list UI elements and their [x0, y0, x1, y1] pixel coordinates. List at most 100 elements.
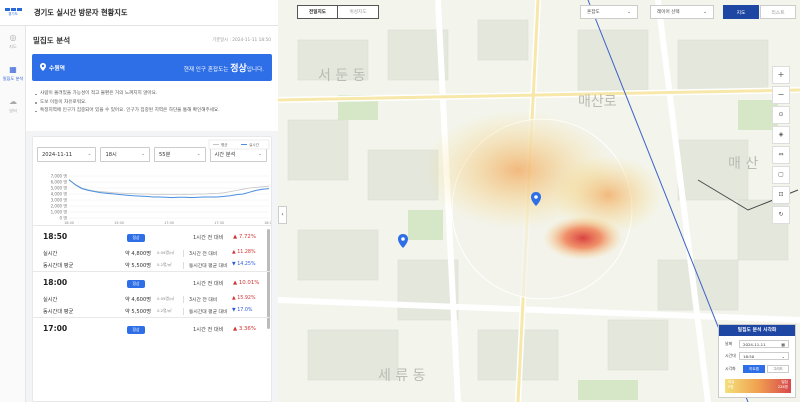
density-analysis-icon: ▦: [9, 65, 17, 74]
detail-compare: 동시간대 평균 대비: [189, 310, 228, 315]
toggle-satellite-map[interactable]: 위성지도: [338, 6, 378, 18]
detail-value: 약 5,500명: [125, 309, 152, 315]
chevron-down-icon: ⌄: [141, 152, 145, 157]
chevron-down-icon: ⌄: [196, 152, 201, 157]
detail-label: 실시간: [43, 251, 58, 257]
chevron-down-icon: ⌄: [258, 152, 262, 157]
detail-density: 0.2명/㎡: [157, 262, 172, 268]
compare-label: 1시간 전 대비: [193, 327, 224, 333]
date-select[interactable]: 2024-11-11 ⌄: [37, 147, 97, 162]
detail-row: 동시간대 평균 약 5,500명 0.2명/㎡ 동시간대 평균 대비 ▼ 14.25%: [33, 259, 271, 271]
row-time: 18:50: [43, 232, 68, 241]
congestion-dropdown[interactable]: 혼잡도 ⌄: [580, 5, 638, 19]
chevron-down-icon: ⌄: [781, 353, 785, 359]
updated-timestamp: 기준일시 : 2024-11-11 18:50: [212, 38, 271, 43]
compare-label: 1시간 전 대비: [193, 235, 224, 241]
hour-select[interactable]: 18시 ⌄: [100, 147, 150, 162]
detail-compare: 3시간 전 대비: [189, 298, 218, 303]
detail-percent: ▲ 15.92%: [232, 296, 256, 301]
rail-item-density[interactable]: ▦ 밀집도 분석: [0, 58, 26, 90]
legend-time-select[interactable]: 18:50 ⌄: [739, 352, 789, 360]
panel-collapse-button[interactable]: ‹: [278, 206, 287, 224]
legend-date-field[interactable]: 2024-11-11 ▦: [739, 340, 789, 348]
map-type-toggle[interactable]: 전일지도 위성지도: [297, 5, 379, 19]
detail-value: 약 4,800명: [125, 251, 152, 257]
rail-item-map[interactable]: ◎ 지도: [0, 26, 26, 58]
density-legend-panel: 밀집도 분석 시각화 날짜 2024-11-11 ▦ 시간대 18:50 ⌄ 시각화…: [718, 324, 796, 398]
divider: [183, 262, 184, 269]
tab-map[interactable]: 지도: [723, 5, 759, 19]
rail-item-weather[interactable]: ☁ 날씨: [0, 90, 26, 122]
heatmap-chip[interactable]: 히트맵: [743, 365, 765, 373]
legend-label: 평균: [221, 142, 228, 147]
zoom-in-button[interactable]: +: [772, 66, 790, 84]
map-pin-icon: ◎: [9, 33, 17, 42]
location-pin-icon: [40, 63, 46, 71]
analysis-card: 2024-11-11 ⌄ 18시 ⌄ 55분 ⌄ 시간 분석 ⌄ 7,000 명 6,00…: [32, 136, 272, 402]
detail-value: 약 4,600명: [125, 297, 152, 303]
district-label: 매산로: [578, 94, 617, 110]
layer-dropdown[interactable]: 레이어 선택 ⌄: [650, 5, 714, 19]
toggle-default-map[interactable]: 전일지도: [298, 6, 338, 18]
district-label: 세 류 동: [378, 368, 426, 384]
y-tick-label: 0 명: [60, 215, 68, 221]
detail-row: 실시간 약 4,800명 0.09명/㎡ 3시간 전 대비 ▲ 11.28%: [33, 247, 271, 259]
analysis-section: 2024-11-11 ⌄ 18시 ⌄ 55분 ⌄ 시간 분석 ⌄ 7,000 명 6,00…: [26, 131, 278, 402]
time-row[interactable]: 18:00 정상 1시간 전 대비 ▲ 10.01%: [33, 271, 271, 293]
distance-icon[interactable]: ⇔: [772, 146, 790, 164]
detail-label: 동시간대 평균: [43, 309, 74, 315]
change-percent: ▲ 10.01%: [233, 280, 260, 286]
detail-percent: ▼ 17.0%: [232, 308, 253, 313]
weather-icon: ☁: [9, 97, 17, 106]
status-badge: 정상: [127, 326, 145, 334]
change-percent: ▲ 3.36%: [233, 326, 256, 332]
detail-percent: ▲ 11.28%: [232, 250, 256, 255]
congestion-status: 현재 인구 혼잡도는 정상입니다.: [183, 64, 264, 74]
legend-title: 밀집도 분석 시각화: [719, 325, 795, 336]
detail-density: 0.09명/㎡: [157, 296, 175, 302]
capture-icon[interactable]: ⊡: [772, 186, 790, 204]
panel-title: 밀집도 분석: [33, 35, 71, 45]
time-row[interactable]: 18:50 정상 1시간 전 대비 ▲ 7.72%: [33, 225, 271, 247]
detail-percent: ▼ 14.25%: [232, 262, 256, 267]
tab-list[interactable]: 리스트: [760, 5, 796, 19]
side-rail: ◎ 지도 ▦ 밀집도 분석 ☁ 날씨: [0, 26, 26, 402]
note-item: 도보 이동이 자유로워요.: [35, 99, 272, 108]
time-row[interactable]: 17:00 정상 1시간 전 대비 ▲ 3.36%: [33, 317, 271, 339]
y-tick-label: 5,000 명: [51, 185, 68, 191]
district-label: 매 산: [728, 156, 758, 172]
change-percent: ▲ 7.72%: [233, 234, 256, 240]
y-tick-label: 3,000 명: [51, 197, 68, 203]
layers-icon[interactable]: ◈: [772, 126, 790, 144]
y-tick-label: 1,000 명: [51, 209, 68, 215]
location-icon[interactable]: ⊙: [772, 106, 790, 124]
chevron-down-icon: ⌄: [87, 152, 92, 157]
app-logo[interactable]: 경기도: [0, 0, 26, 26]
area-icon[interactable]: ▢: [772, 166, 790, 184]
row-time: 17:00: [43, 324, 68, 333]
density-panel: 밀집도 분석 기준일시 : 2024-11-11 18:50 수원역 현재 인구…: [26, 26, 278, 402]
detail-label: 실시간: [43, 297, 58, 303]
note-item: 사람이 몰려있을 가능성이 적고 불편은 거의 느껴지지 않아요.: [35, 90, 272, 99]
note-item: 특정지역에 인구가 집중되어 있을 수 있어요. 인구가 집중된 지역은 하단을…: [35, 107, 272, 116]
time-list: 18:50 정상 1시간 전 대비 ▲ 7.72% 실시간 약 4,800명 0.09명/㎡…: [33, 225, 271, 339]
app-title: 경기도 실시간 방문자 현황지도: [34, 7, 128, 17]
detail-compare: 동시간대 평균 대비: [189, 264, 228, 269]
legend-label: 실시간: [249, 142, 260, 147]
district-label: 서 둔 동: [318, 68, 366, 84]
series-line-realtime: [68, 179, 270, 199]
status-badge: 정상: [127, 280, 145, 288]
detail-label: 동시간대 평균: [43, 263, 74, 269]
status-notes: 사람이 몰려있을 가능성이 적고 불편은 거의 느껴지지 않아요. 도보 이동이…: [26, 81, 278, 116]
minute-select[interactable]: 55분 ⌄: [154, 147, 206, 162]
divider: [183, 250, 184, 257]
detail-density: 0.09명/㎡: [157, 250, 175, 256]
zoom-out-button[interactable]: −: [772, 86, 790, 104]
detail-density: 0.2명/㎡: [157, 308, 172, 314]
detail-row: 실시간 약 4,600명 0.09명/㎡ 3시간 전 대비 ▲ 15.92%: [33, 293, 271, 305]
density-gradient-scale: 여유 0명 밀집 226명: [725, 379, 791, 393]
grid-chip[interactable]: 그리드: [767, 365, 789, 373]
divider: [183, 296, 184, 303]
reset-icon[interactable]: ↻: [772, 206, 790, 224]
app-header: 경기도 경기도 실시간 방문자 현황지도: [0, 0, 278, 26]
